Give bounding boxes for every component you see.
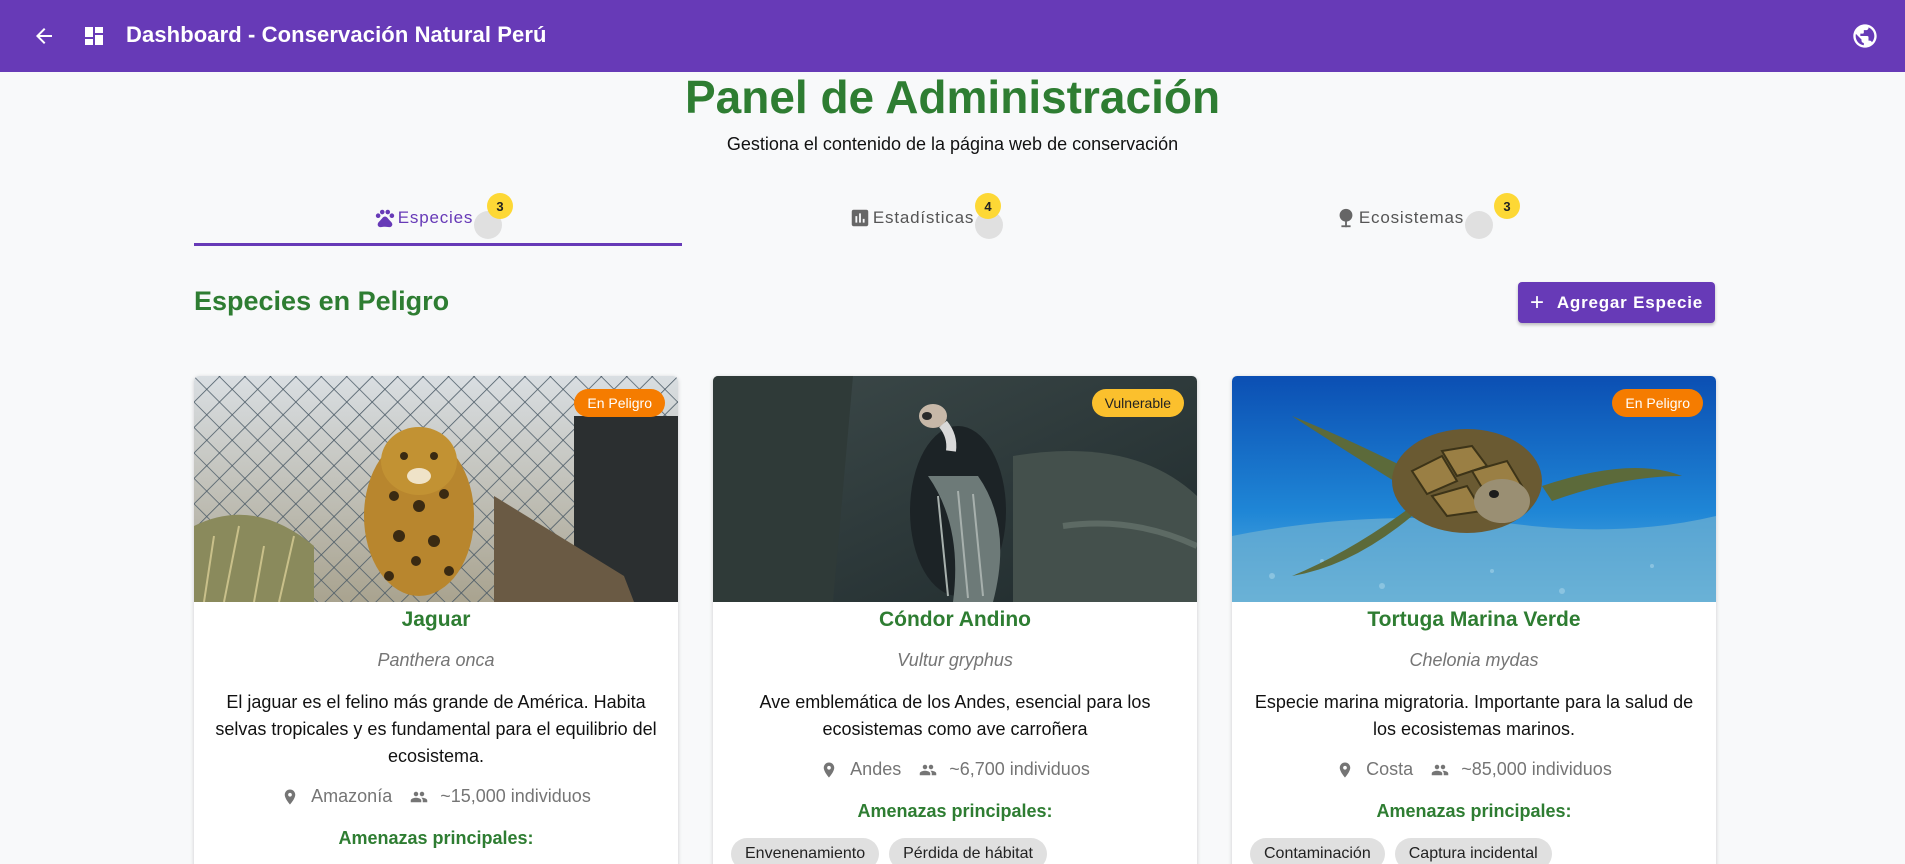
group-icon: [919, 764, 937, 775]
species-name: Jaguar: [401, 608, 471, 631]
species-region: Andes: [850, 759, 902, 779]
tab-especies[interactable]: Especies 3: [194, 190, 682, 246]
threats-label: Amenazas principales:: [338, 828, 534, 848]
location-pin-icon: [823, 762, 835, 777]
status-badge: En Peligro: [1612, 389, 1703, 417]
tab-estadisticas[interactable]: Estadísticas 4: [682, 190, 1170, 246]
species-population: ~6,700 individuos: [949, 759, 1090, 779]
threats-label: Amenazas principales:: [1376, 801, 1572, 821]
species-name: Cóndor Andino: [878, 608, 1031, 631]
group-icon: [1431, 764, 1449, 775]
tab-label: Ecosistemas: [1358, 208, 1465, 227]
species-meta: Amazonía ~15,000 individuos: [212, 786, 660, 807]
scientific-name: Chelonia mydas: [1409, 650, 1539, 670]
species-population: ~15,000 individuos: [440, 786, 591, 806]
arrow-back-icon[interactable]: [32, 24, 56, 48]
species-meta: Costa ~85,000 individuos: [1250, 759, 1698, 780]
count-badge: 4: [975, 193, 1001, 219]
status-badge: Vulnerable: [1091, 389, 1184, 417]
threat-chip: Pérdida de hábitat: [889, 838, 1047, 864]
threat-chip: Contaminación: [1250, 838, 1385, 864]
page-subtitle: Gestiona el contenido de la página web d…: [726, 134, 1179, 154]
species-description: Especie marina migratoria. Importante pa…: [1254, 692, 1694, 739]
tab-label: Estadísticas: [872, 208, 975, 227]
app-bar: Dashboard - Conservación Natural Perú: [0, 0, 1905, 72]
globe-icon[interactable]: [1851, 22, 1879, 50]
tab-badge-toggle: [1465, 211, 1494, 239]
species-region: Amazonía: [311, 786, 393, 806]
scientific-name: Vultur gryphus: [897, 650, 1013, 670]
species-description: Ave emblemática de los Andes, esencial p…: [759, 692, 1151, 739]
species-card-jaguar: En Peligro Jaguar Panthera onca El jagua…: [194, 376, 678, 864]
threat-chips: Envenenamiento Pérdida de hábitat: [731, 838, 1047, 864]
page-title: Panel de Administración: [684, 71, 1221, 123]
threat-chip: Envenenamiento: [731, 838, 880, 864]
scientific-name: Panthera onca: [377, 650, 495, 670]
location-pin-icon: [1339, 762, 1351, 777]
paw-icon: [375, 209, 394, 228]
threat-chips: Contaminación Captura incidental: [1250, 838, 1552, 864]
tab-bar: Especies 3 Estadísticas 4 Ecosistemas 3: [194, 190, 1716, 246]
species-meta: Andes ~6,700 individuos: [731, 759, 1179, 780]
bar-chart-icon: [851, 209, 869, 227]
status-badge: En Peligro: [574, 389, 665, 417]
count-badge: 3: [1494, 193, 1520, 219]
section-title: Especies en Peligro: [194, 286, 450, 316]
dashboard-icon: [85, 27, 103, 45]
species-population: ~85,000 individuos: [1461, 759, 1612, 779]
add-species-button[interactable]: + Agregar Especie: [1518, 282, 1715, 323]
species-card-condor: Vulnerable Cóndor Andino Vultur gryphus …: [713, 376, 1197, 864]
species-region: Costa: [1366, 759, 1414, 779]
tab-ecosistemas[interactable]: Ecosistemas 3: [1170, 190, 1658, 246]
active-tab-indicator: [194, 243, 682, 246]
count-badge: 3: [487, 193, 513, 219]
tab-label: Especies: [397, 208, 474, 227]
species-card-tortuga: En Peligro Tortuga Marina Verde Chelonia…: [1232, 376, 1716, 864]
species-description: El jaguar es el felino más grande de Amé…: [215, 692, 657, 766]
threat-chip: Captura incidental: [1394, 838, 1552, 864]
app-title: Dashboard - Conservación Natural Perú: [126, 22, 547, 47]
threats-label: Amenazas principales:: [857, 801, 1053, 821]
tree-icon: [1339, 208, 1353, 228]
plus-icon: +: [1529, 288, 1545, 316]
group-icon: [410, 791, 428, 802]
add-species-label: Agregar Especie: [1556, 292, 1703, 312]
location-pin-icon: [284, 789, 296, 804]
species-name: Tortuga Marina Verde: [1367, 608, 1581, 631]
